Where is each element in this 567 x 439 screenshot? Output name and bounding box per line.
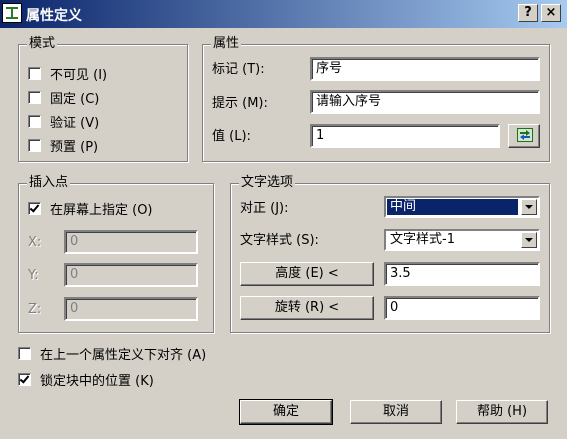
chevron-down-icon[interactable] — [521, 199, 537, 215]
height-pick-button[interactable]: 高度 (E) < — [240, 262, 374, 286]
text-options-legend: 文字选项 — [239, 175, 296, 191]
checkbox-label: 验证 (V) — [50, 115, 100, 131]
rotation-pick-button[interactable]: 旋转 (R) < — [240, 296, 374, 320]
window-title: 属性定义 — [26, 8, 82, 24]
app-icon — [2, 3, 22, 23]
checkbox-label: 预置 (P) — [50, 139, 99, 155]
text-style-label: 文字样式 (S): — [240, 233, 319, 248]
preset-checkbox[interactable]: 预置 (P) — [28, 136, 99, 155]
ok-button[interactable]: 确定 — [239, 399, 333, 425]
attribute-legend: 属性 — [211, 36, 242, 52]
title-bar: 属性定义 ? × — [0, 0, 567, 28]
checkbox-label: 不可见 (I) — [50, 67, 108, 83]
align-below-previous-checkbox[interactable]: 在上一个属性定义下对齐 (A) — [18, 344, 207, 363]
checkbox-box[interactable] — [18, 346, 31, 360]
checkbox-box[interactable] — [18, 372, 31, 386]
constant-checkbox[interactable]: 固定 (C) — [28, 88, 100, 107]
close-button[interactable]: × — [541, 4, 561, 22]
insert-field-icon — [517, 128, 533, 142]
rotation-input[interactable]: 0 — [384, 296, 540, 320]
insertion-point-legend: 插入点 — [27, 175, 71, 191]
invisible-checkbox[interactable]: 不可见 (I) — [28, 64, 108, 83]
checkbox-label: 锁定块中的位置 (K) — [40, 373, 154, 389]
y-label: Y: — [28, 268, 39, 283]
tag-label: 标记 (T): — [212, 62, 265, 77]
y-input[interactable]: 0 — [64, 263, 198, 287]
x-input[interactable]: 0 — [64, 230, 198, 254]
value-label: 值 (L): — [212, 129, 251, 144]
justification-dropdown[interactable]: 中间 — [384, 196, 540, 218]
justification-value: 中间 — [387, 199, 518, 215]
verify-checkbox[interactable]: 验证 (V) — [28, 112, 100, 131]
mode-legend: 模式 — [27, 36, 58, 52]
checkbox-box[interactable] — [28, 201, 41, 215]
prompt-input[interactable]: 请输入序号 — [310, 90, 540, 114]
tag-input[interactable]: 序号 — [310, 57, 540, 81]
insert-field-button[interactable] — [508, 124, 540, 148]
checkbox-box[interactable] — [28, 90, 41, 104]
x-label: X: — [28, 235, 42, 250]
specify-on-screen-checkbox[interactable]: 在屏幕上指定 (O) — [28, 199, 153, 218]
text-height-input[interactable]: 3.5 — [384, 262, 540, 286]
checkbox-box[interactable] — [28, 138, 41, 152]
prompt-label: 提示 (M): — [212, 96, 268, 111]
help-button[interactable]: 帮助 (H) — [456, 400, 548, 424]
checkbox-label: 固定 (C) — [50, 91, 100, 107]
text-style-value: 文字样式-1 — [390, 232, 455, 247]
chevron-down-icon[interactable] — [521, 232, 537, 248]
checkbox-box[interactable] — [28, 114, 41, 128]
lock-position-checkbox[interactable]: 锁定块中的位置 (K) — [18, 370, 154, 389]
z-input[interactable]: 0 — [64, 297, 198, 321]
checkbox-label: 在上一个属性定义下对齐 (A) — [40, 347, 207, 363]
text-style-dropdown[interactable]: 文字样式-1 — [384, 229, 540, 251]
justification-label: 对正 (J): — [240, 201, 289, 216]
help-caption-button[interactable]: ? — [518, 4, 538, 22]
checkbox-label: 在屏幕上指定 (O) — [50, 202, 153, 218]
checkbox-box[interactable] — [28, 66, 41, 80]
z-label: Z: — [28, 302, 42, 317]
cancel-button[interactable]: 取消 — [350, 400, 442, 424]
default-value-input[interactable]: 1 — [310, 124, 500, 148]
